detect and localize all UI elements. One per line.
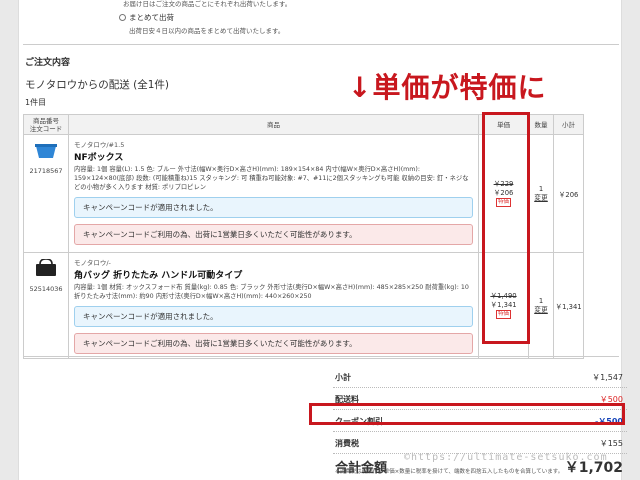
coupon-highlight-box	[309, 403, 625, 425]
item-brand: モノタロウ/-	[74, 259, 111, 267]
subtotal-value: ￥1,547	[592, 373, 623, 382]
header-qty: 数量	[528, 114, 554, 135]
item-qty: 1	[538, 296, 544, 305]
item-qty-cell: 1 変更	[528, 134, 554, 253]
item-desc: 内容量: 1個 材質: オックスフォード布 質量(kg): 0.85 色: ブラ…	[74, 284, 469, 300]
item-qty: 1	[538, 184, 544, 193]
change-qty-link[interactable]: 変更	[534, 306, 548, 314]
item-count: 1件目	[25, 98, 47, 107]
item-subtotal: ￥1,341	[553, 252, 584, 359]
item-name-cell: モノタロウ/#1.5 NFボックス 内容量: 1個 容量(L): 1.5 色: …	[68, 134, 479, 253]
summary-subtotal: 小計 ￥1,547	[333, 366, 627, 388]
item-code-cell: 52514036	[23, 252, 69, 359]
item-code-cell: 21718567	[23, 134, 69, 253]
item-code: 21718567	[29, 167, 63, 175]
item-name[interactable]: 角バッグ 折りたたみ ハンドル可動タイプ	[74, 268, 473, 281]
campaign-delay-notice: キャンペーンコードご利用の為、出荷に1営業日多くいただく可能性があります。	[74, 224, 473, 245]
item-brand: モノタロウ/#1.5	[74, 141, 125, 149]
divider	[23, 356, 619, 357]
tax-note: ※消費税は明細行の単価×数量に税率を掛けて、端数を四捨五入したものを合算していま…	[335, 469, 564, 475]
header-code: 商品番号 注文コード	[23, 114, 69, 135]
tax-label: 消費税	[335, 439, 359, 448]
combined-shipping-label: まとめて出荷	[129, 13, 174, 22]
campaign-delay-notice: キャンペーンコードご利用の為、出荷に1営業日多くいただく可能性があります。	[74, 333, 473, 354]
divider	[23, 44, 619, 45]
price-highlight-box	[482, 112, 530, 344]
item-qty-cell: 1 変更	[528, 252, 554, 359]
order-section-title: ご注文内容	[25, 58, 71, 68]
ship-heading: モノタロウからの配送 (全1件)	[25, 79, 170, 91]
tax-value: ￥155	[599, 439, 623, 448]
header-name: 商品	[68, 114, 479, 135]
campaign-applied-notice: キャンペーンコードが適用されました。	[74, 197, 473, 218]
item-code: 52514036	[29, 285, 63, 293]
shipping-option-desc: お届け日はご注文の商品ごとにそれぞれ出荷いたします。	[123, 0, 292, 8]
combined-shipping-option[interactable]: まとめて出荷	[119, 12, 174, 23]
black-bag-image[interactable]	[34, 258, 58, 277]
subtotal-label: 小計	[335, 373, 351, 382]
summary-tax: 消費税 ￥155	[333, 432, 627, 454]
watermark: ©https://ultimate-setsuko.com	[404, 452, 608, 463]
header-subtotal: 小計	[553, 114, 584, 135]
item-name[interactable]: NFボックス	[74, 150, 473, 163]
item-subtotal: ￥206	[553, 134, 584, 253]
item-desc: 内容量: 1個 容量(L): 1.5 色: ブルー 外寸法(幅W×奥行D×高さH…	[74, 166, 469, 191]
combined-shipping-desc: 出荷日安４日以内の商品をまとめて出荷いたします。	[129, 27, 285, 35]
campaign-applied-notice: キャンペーンコードが適用されました。	[74, 306, 473, 327]
annotation-text: ↓単価が特価に	[348, 71, 547, 104]
radio-icon[interactable]	[119, 14, 126, 21]
change-qty-link[interactable]: 変更	[534, 194, 548, 202]
item-name-cell: モノタロウ/- 角バッグ 折りたたみ ハンドル可動タイプ 内容量: 1個 材質:…	[68, 252, 479, 359]
blue-box-image[interactable]	[34, 141, 58, 159]
